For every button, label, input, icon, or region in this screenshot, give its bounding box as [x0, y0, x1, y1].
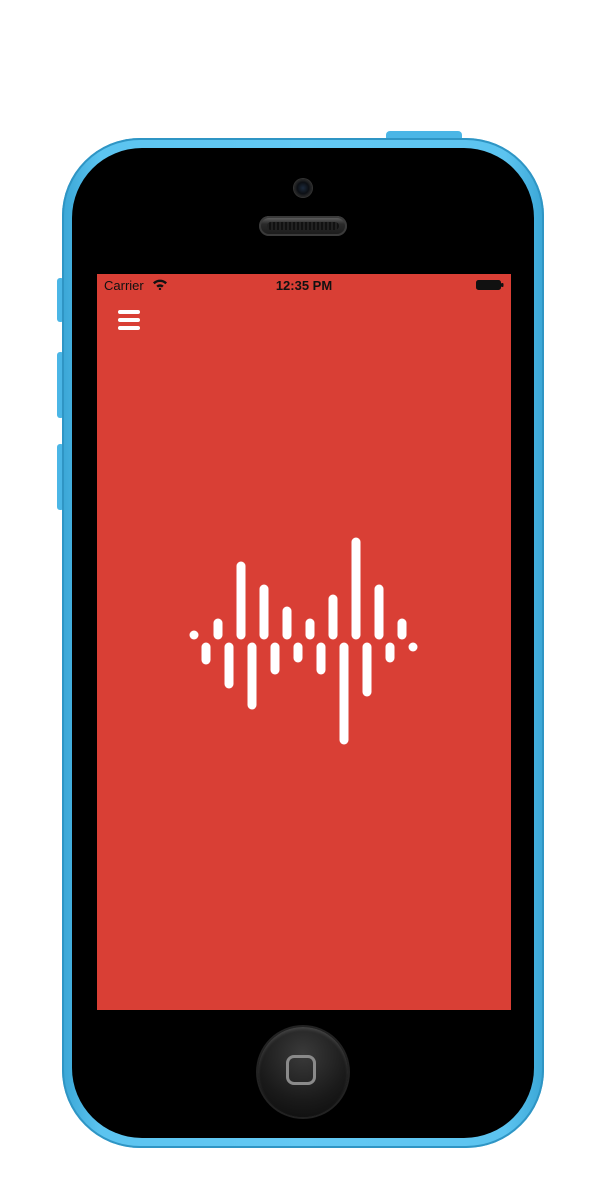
home-button[interactable] [258, 1027, 348, 1117]
front-camera [294, 179, 312, 197]
device-frame: Carrier 12:35 PM [0, 0, 600, 1200]
sound-wave-icon [189, 537, 418, 745]
home-square-icon [286, 1055, 316, 1085]
earpiece-speaker [259, 216, 347, 236]
app-screen: Carrier 12:35 PM [97, 274, 511, 1010]
